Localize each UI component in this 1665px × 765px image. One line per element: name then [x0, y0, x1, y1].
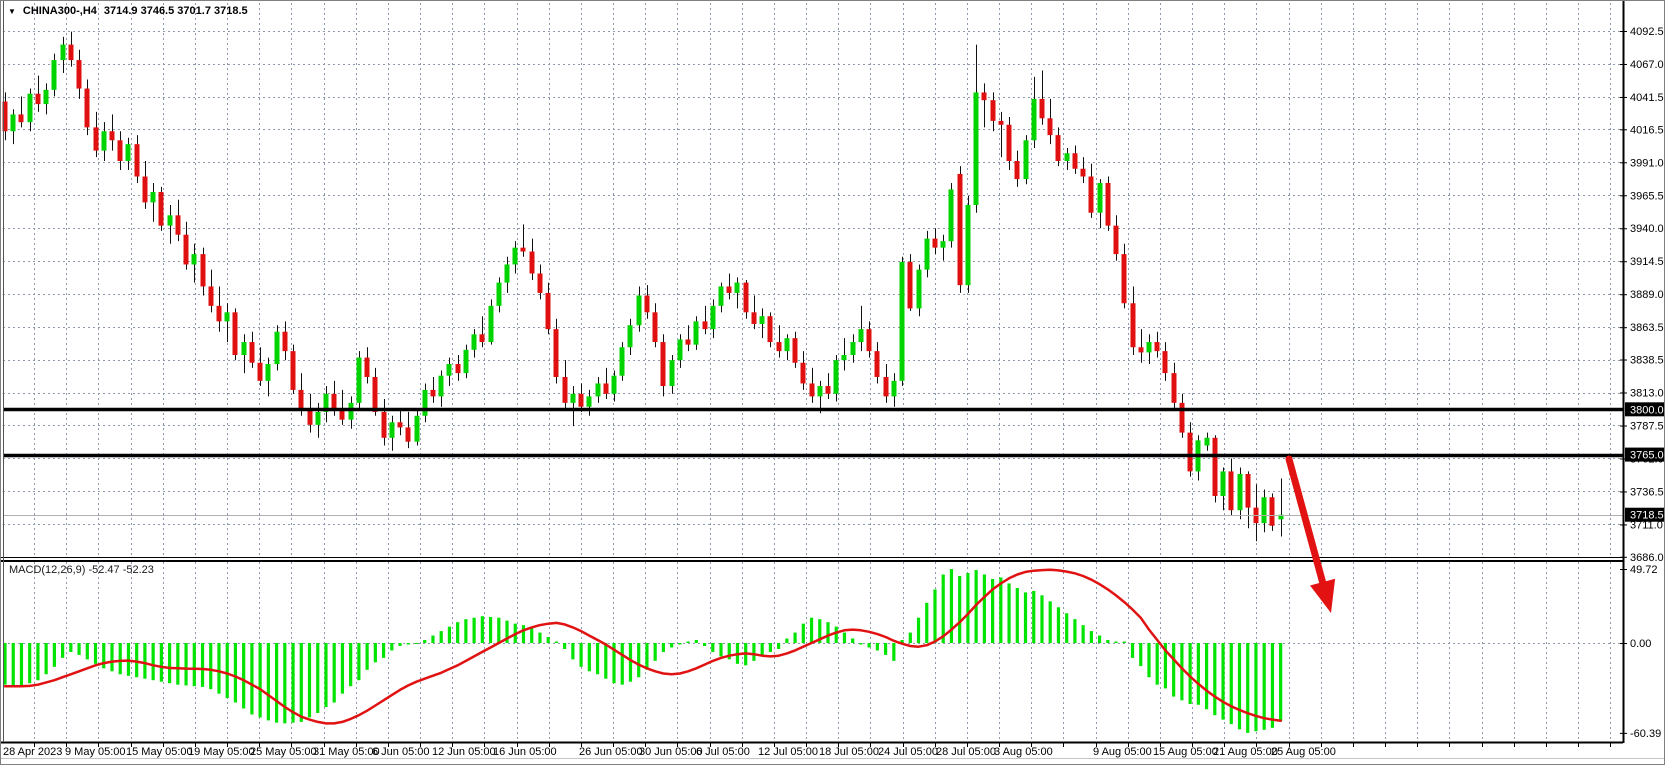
svg-text:25 Aug 05:00: 25 Aug 05:00 [1271, 746, 1336, 758]
svg-text:31 May 05:00: 31 May 05:00 [313, 746, 380, 758]
svg-text:3800.0: 3800.0 [1630, 404, 1664, 416]
svg-text:3718.5: 3718.5 [1630, 510, 1664, 522]
svg-text:3686.0: 3686.0 [1630, 552, 1664, 564]
svg-text:16 Jun 05:00: 16 Jun 05:00 [493, 746, 557, 758]
macd-indicator-label: MACD(12,26,9) -52.47 -52.23 [9, 564, 154, 576]
svg-text:3863.5: 3863.5 [1630, 322, 1664, 334]
svg-text:4041.5: 4041.5 [1630, 92, 1664, 104]
svg-text:15 May 05:00: 15 May 05:00 [126, 746, 193, 758]
svg-text:3914.5: 3914.5 [1630, 256, 1664, 268]
svg-text:3813.0: 3813.0 [1630, 388, 1664, 400]
svg-text:30 Jun 05:00: 30 Jun 05:00 [639, 746, 703, 758]
svg-text:-60.39: -60.39 [1630, 728, 1661, 740]
svg-text:21 Aug 05:00: 21 Aug 05:00 [1213, 746, 1278, 758]
trend-arrow-annotation[interactable] [1289, 459, 1335, 613]
chart-window: ▼ CHINA300-,H4 3714.9 3746.5 3701.7 3718… [0, 0, 1665, 765]
svg-text:3 Aug 05:00: 3 Aug 05:00 [994, 746, 1053, 758]
svg-text:28 Apr 2023: 28 Apr 2023 [3, 746, 62, 758]
svg-text:4016.5: 4016.5 [1630, 124, 1664, 136]
macd-axis-labels: 49.72 0.00 -60.39 [1620, 564, 1661, 740]
svg-text:3965.5: 3965.5 [1630, 190, 1664, 202]
symbol-dropdown-icon[interactable]: ▼ [8, 6, 16, 17]
svg-text:0.00: 0.00 [1630, 638, 1651, 650]
svg-text:6 Jun 05:00: 6 Jun 05:00 [372, 746, 430, 758]
chart-header: ▼ CHINA300-,H4 3714.9 3746.5 3701.7 3718… [8, 5, 248, 17]
price-chart-canvas[interactable]: 4092.5 4067.0 4041.5 4016.5 3991.0 3965.5 3940… [1, 1, 1664, 764]
symbol-title: CHINA300-,H4 [23, 5, 97, 17]
price-axis-labels: 4092.5 4067.0 4041.5 4016.5 3991.0 3965.5 3940… [1620, 26, 1664, 564]
svg-text:26 Jun 05:00: 26 Jun 05:00 [579, 746, 643, 758]
svg-text:4067.0: 4067.0 [1630, 59, 1664, 71]
svg-text:3736.5: 3736.5 [1630, 486, 1664, 498]
svg-text:4092.5: 4092.5 [1630, 26, 1664, 38]
svg-text:3765.0: 3765.0 [1630, 450, 1664, 462]
svg-text:9 May 05:00: 9 May 05:00 [65, 746, 126, 758]
svg-text:12 Jul 05:00: 12 Jul 05:00 [758, 746, 818, 758]
ohlc-readout: 3714.9 3746.5 3701.7 3718.5 [104, 5, 248, 17]
svg-text:3940.0: 3940.0 [1630, 223, 1664, 235]
svg-text:15 Aug 05:00: 15 Aug 05:00 [1153, 746, 1218, 758]
macd-signal-line [5, 570, 1281, 724]
horizontal-line-objects[interactable] [3, 410, 1623, 456]
svg-text:49.72: 49.72 [1630, 564, 1658, 576]
svg-text:25 May 05:00: 25 May 05:00 [250, 746, 317, 758]
svg-text:3787.5: 3787.5 [1630, 420, 1664, 432]
svg-text:9 Aug 05:00: 9 Aug 05:00 [1093, 746, 1152, 758]
time-axis-labels: 28 Apr 20239 May 05:0015 May 05:0019 May… [3, 743, 1611, 758]
candlestick-series [3, 32, 1284, 542]
svg-text:18 Jul 05:00: 18 Jul 05:00 [819, 746, 879, 758]
svg-text:24 Jul 05:00: 24 Jul 05:00 [878, 746, 938, 758]
svg-text:12 Jun 05:00: 12 Jun 05:00 [432, 746, 496, 758]
svg-text:19 May 05:00: 19 May 05:00 [188, 746, 255, 758]
svg-text:3889.0: 3889.0 [1630, 289, 1664, 301]
svg-text:3838.5: 3838.5 [1630, 355, 1664, 367]
svg-text:6 Jul 05:00: 6 Jul 05:00 [696, 746, 750, 758]
svg-text:28 Jul 05:00: 28 Jul 05:00 [936, 746, 996, 758]
svg-text:3991.0: 3991.0 [1630, 157, 1664, 169]
